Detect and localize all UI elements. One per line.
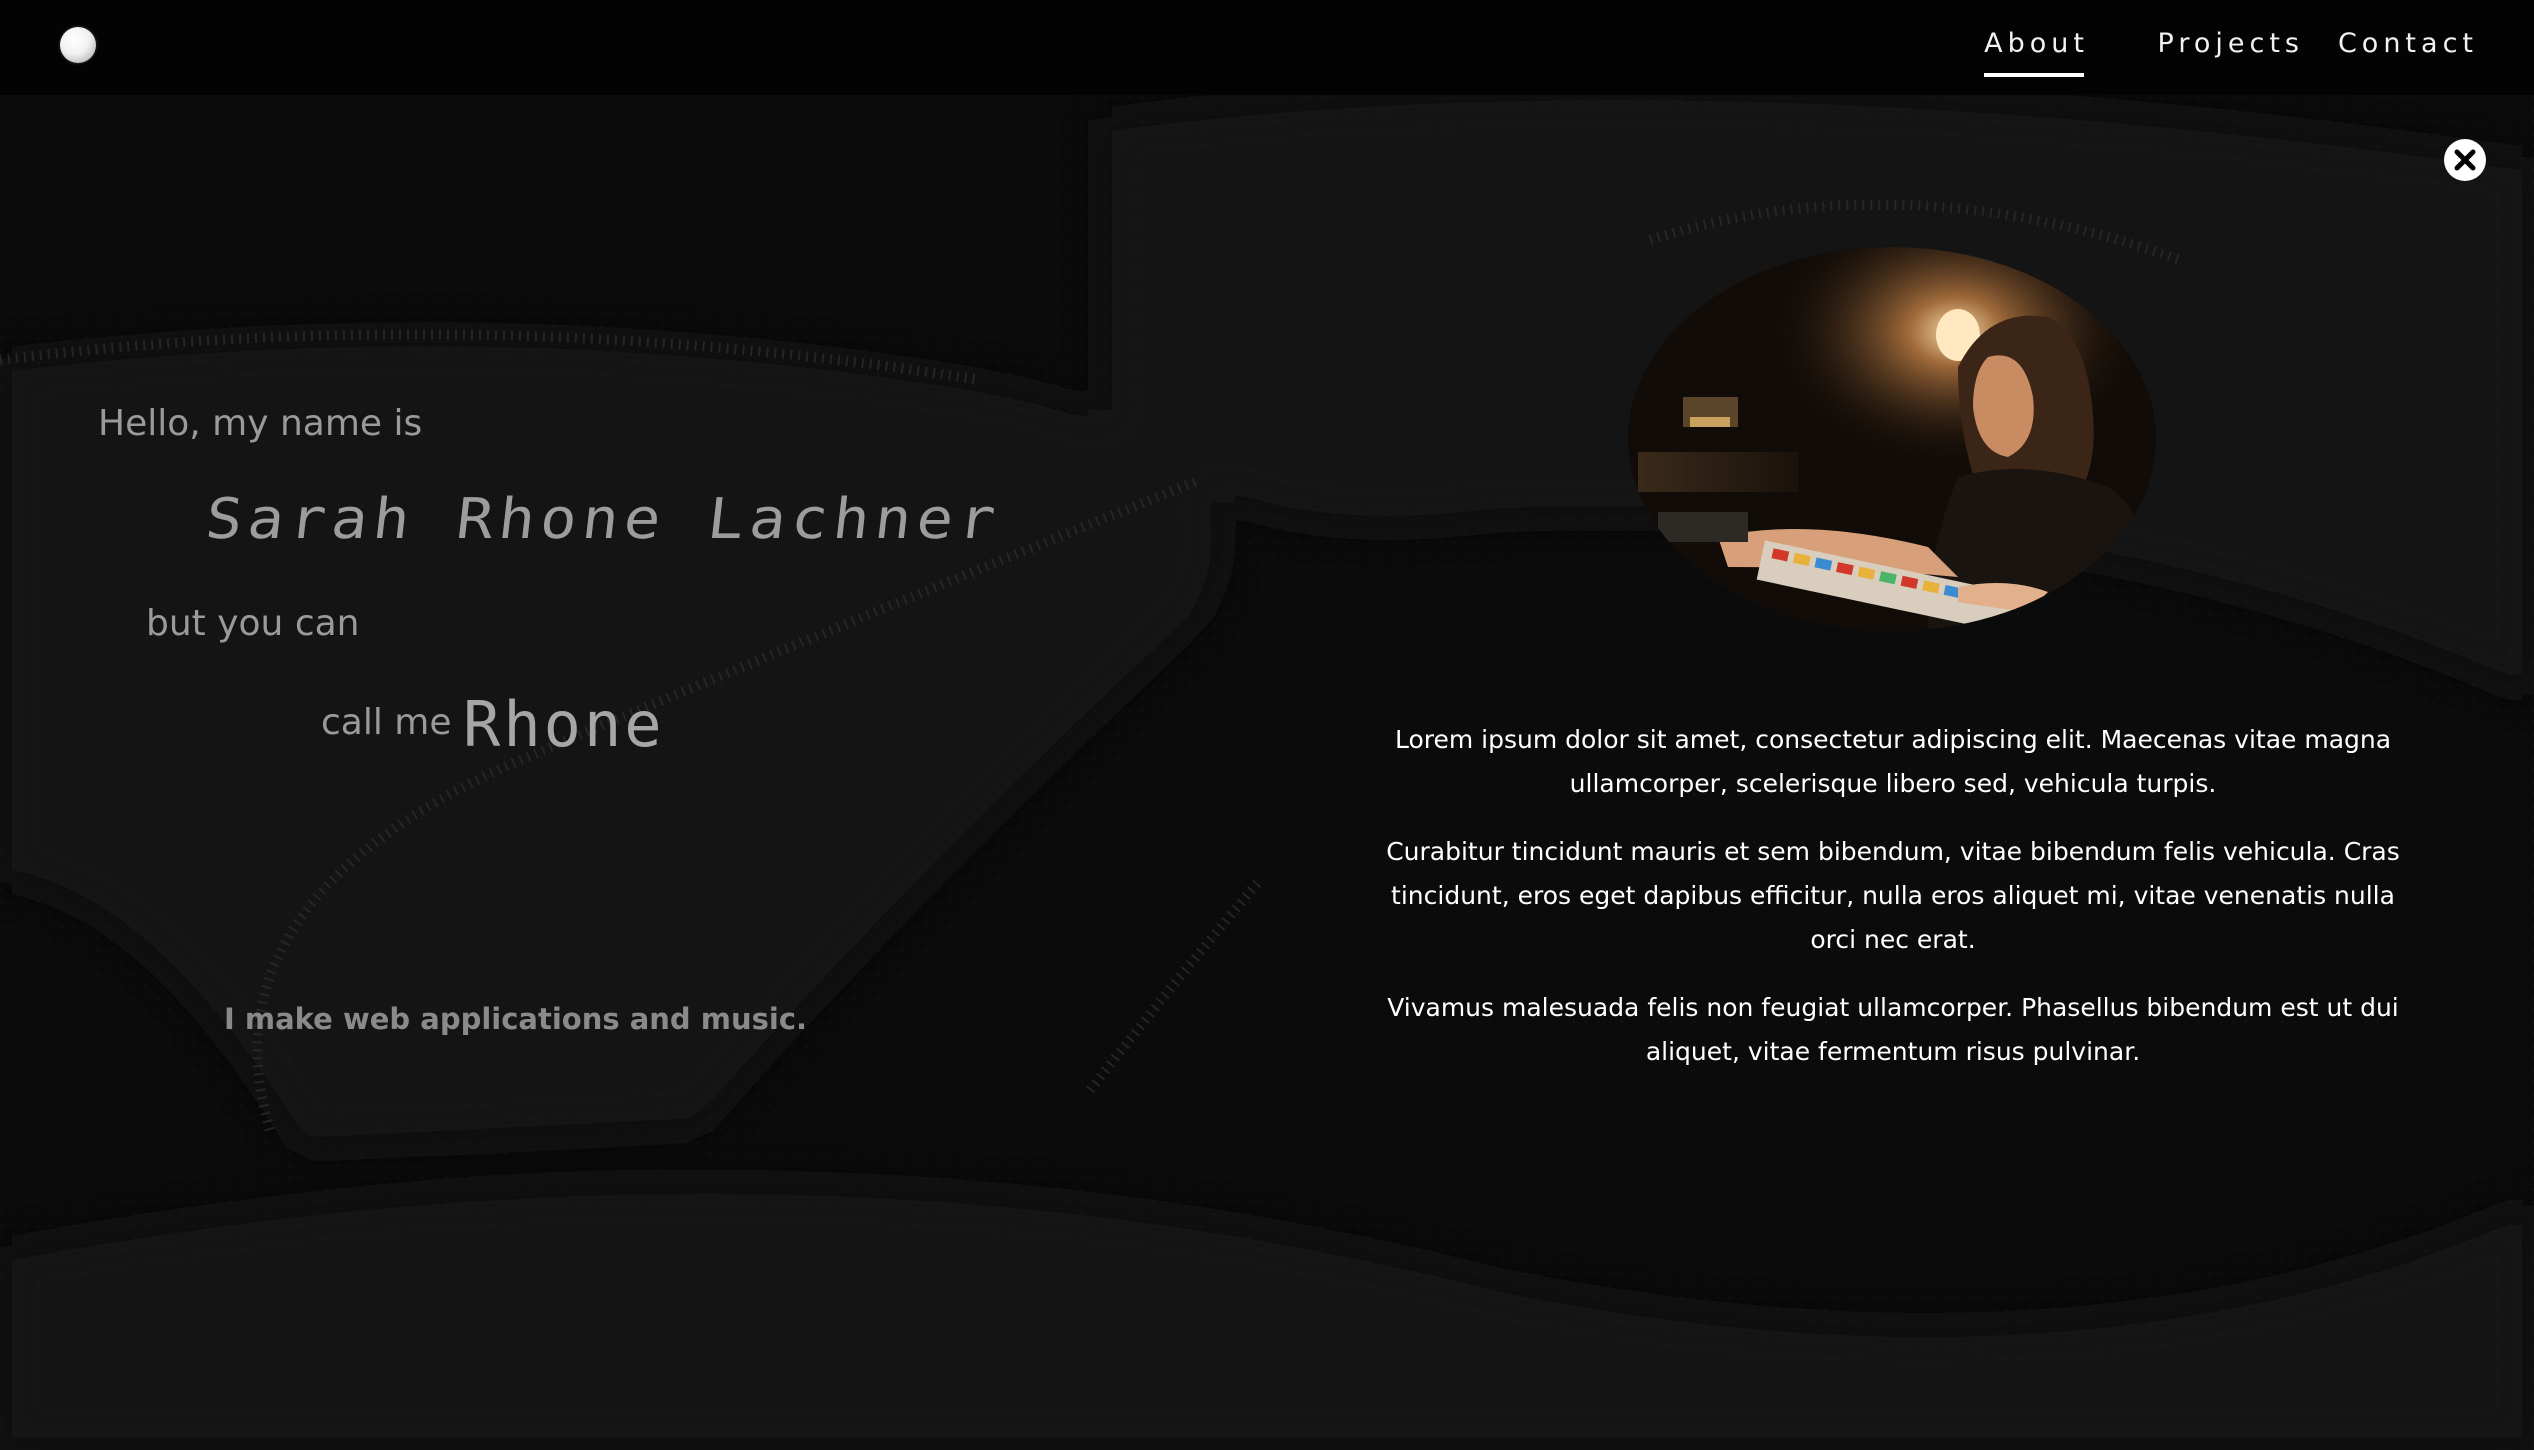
portrait-photo — [1628, 247, 2156, 631]
nickname-heading: Rhone — [463, 688, 665, 761]
logo-home-button[interactable] — [60, 27, 96, 63]
full-name-heading: Sarah Rhone Lachner — [202, 487, 1005, 552]
about-paragraph: Curabitur tincidunt mauris et sem bibend… — [1386, 837, 2400, 954]
call-me-text: call me — [321, 702, 452, 743]
but-you-can-text: but you can — [146, 603, 360, 644]
nav-item-about[interactable]: About — [1984, 28, 2089, 77]
greeting-text: Hello, my name is — [98, 403, 423, 444]
close-icon[interactable] — [2444, 139, 2486, 181]
top-nav-bar: About Projects Contact — [0, 0, 2534, 95]
page: About Projects Contact Hello, my name is… — [0, 0, 2534, 1450]
about-text-block: Lorem ipsum dolor sit amet, consectetur … — [1378, 718, 2408, 1098]
about-paragraph: Vivamus malesuada felis non feugiat ulla… — [1387, 993, 2399, 1066]
tagline-text: I make web applications and music. — [224, 1002, 808, 1036]
about-paragraph: Lorem ipsum dolor sit amet, consectetur … — [1394, 725, 2392, 798]
nav-item-contact[interactable]: Contact — [2338, 28, 2478, 59]
nav-item-projects[interactable]: Projects — [2158, 28, 2304, 59]
